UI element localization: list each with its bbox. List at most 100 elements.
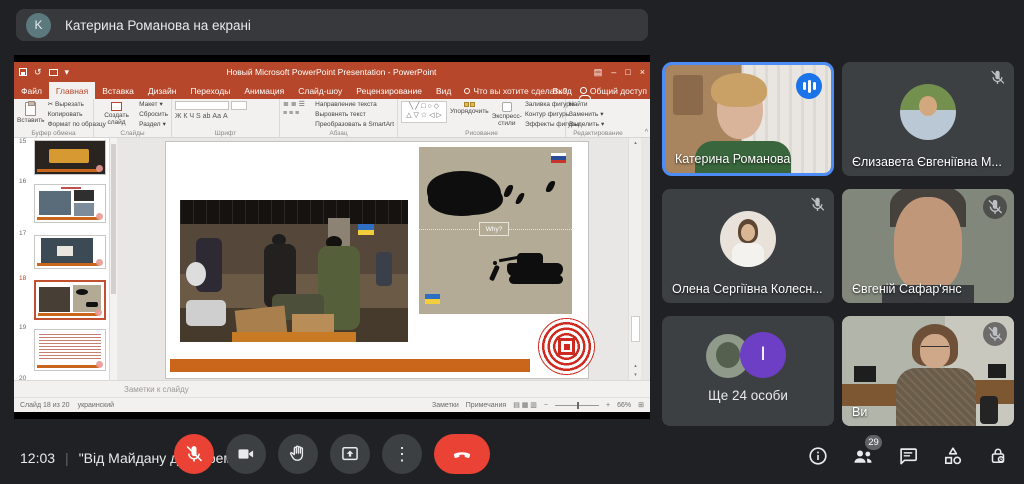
reset-button[interactable]: Сбросить: [139, 111, 168, 120]
desk: [842, 384, 904, 406]
shared-screen: ↺ ▾ Новый Microsoft PowerPoint Presentat…: [14, 55, 650, 419]
undo-icon[interactable]: ↺: [34, 68, 42, 77]
find-button[interactable]: Найти: [569, 101, 604, 110]
call-controls: ⋮: [14, 434, 650, 474]
mic-toggle-button[interactable]: [174, 434, 214, 474]
slide-thumb-18-selected[interactable]: [34, 280, 106, 320]
notes-toggle[interactable]: Заметки: [432, 402, 459, 409]
align-buttons[interactable]: ≡ ≡ ≡: [283, 110, 312, 118]
slideshow-icon[interactable]: [49, 69, 58, 76]
zoom-slider[interactable]: [555, 405, 599, 406]
tab-view[interactable]: Вид: [429, 82, 458, 99]
tile-you[interactable]: Ви: [842, 316, 1014, 426]
tab-file[interactable]: Файл: [14, 82, 49, 99]
host-controls-button[interactable]: [986, 444, 1010, 468]
tile-more-people[interactable]: I Ще 24 особи: [662, 316, 834, 426]
cupboard: [673, 75, 703, 115]
present-button[interactable]: [330, 434, 370, 474]
zoom-level[interactable]: 66%: [617, 402, 631, 409]
avatar: [900, 84, 956, 140]
slides-group: Создать слайд Макет▾ Сбросить Раздел▾ Сл…: [94, 99, 172, 137]
save-icon[interactable]: [19, 68, 27, 76]
layout-button[interactable]: Макет▾: [139, 101, 168, 110]
zoom-out-icon[interactable]: −: [544, 402, 548, 409]
scroll-up-icon[interactable]: ▴: [631, 139, 640, 147]
slide-thumb-15[interactable]: [34, 140, 106, 175]
tile-yelyzaveta[interactable]: Єлизавета Євгеніївна М...: [842, 62, 1014, 176]
font-name-combobox[interactable]: [175, 101, 229, 110]
tile-yevhenii[interactable]: Євгеній Сафар'янс: [842, 189, 1014, 303]
thumbnail-scrollbar[interactable]: [110, 138, 117, 380]
end-call-button[interactable]: [434, 434, 490, 474]
avatar-face: [716, 342, 740, 368]
tab-home[interactable]: Главная: [49, 82, 95, 99]
present-icon: [340, 444, 360, 464]
ribbon-display-icon[interactable]: ▤: [594, 67, 603, 78]
chat-button[interactable]: [896, 444, 920, 468]
quick-styles-button[interactable]: Экспресс-стили: [492, 101, 522, 129]
tile-katerina-romanova[interactable]: Катерина Романова: [662, 62, 834, 176]
new-slide-button[interactable]: Создать слайд: [97, 101, 136, 129]
tab-animations[interactable]: Анимация: [237, 82, 291, 99]
font-format-buttons[interactable]: Ж К Ч S ab Аа A: [175, 113, 276, 121]
canvas-scrollbar[interactable]: ▴ ▴ ▾: [628, 138, 641, 380]
mic-off-icon: [989, 69, 1006, 86]
meeting-details-button[interactable]: [806, 444, 830, 468]
next-slide-icon[interactable]: ▾: [631, 371, 640, 379]
thumb18-photo: [39, 287, 70, 312]
zoom-in-icon[interactable]: +: [606, 402, 610, 409]
slide-thumb-19[interactable]: [34, 329, 106, 371]
mic-off-icon: [983, 322, 1007, 346]
view-buttons[interactable]: ▤ ▦ ▥: [513, 401, 537, 409]
clipboard-group: Вставить ✂Вырезать Копировать Формат по …: [14, 99, 94, 137]
camera-toggle-button[interactable]: [226, 434, 266, 474]
comments-toggle[interactable]: Примечания: [466, 402, 506, 409]
pushing-man-body: [489, 265, 500, 282]
notes-area[interactable]: Заметки к слайду: [14, 380, 650, 397]
current-slide[interactable]: Why?: [165, 141, 589, 379]
close-icon[interactable]: ×: [640, 67, 645, 78]
scrollbar-thumb[interactable]: [631, 316, 640, 342]
replace-button[interactable]: Заменить▾: [569, 111, 604, 120]
select-button[interactable]: Выделить▾: [569, 121, 604, 130]
raise-hand-button[interactable]: [278, 434, 318, 474]
tile-olena[interactable]: Олена Сергіївна Колесн...: [662, 189, 834, 303]
tab-transitions[interactable]: Переходы: [183, 82, 237, 99]
face: [920, 334, 950, 368]
align-text-button[interactable]: Выровнять текст: [315, 111, 394, 120]
tab-insert[interactable]: Вставка: [95, 82, 141, 99]
slide-thumb-17[interactable]: [34, 235, 106, 269]
tab-design[interactable]: Дизайн: [141, 82, 184, 99]
restore-icon[interactable]: □: [625, 67, 630, 78]
thumb16-title: [61, 187, 81, 189]
chevron-down-icon: ▾: [163, 121, 166, 130]
tab-review[interactable]: Рецензирование: [349, 82, 429, 99]
tab-slideshow[interactable]: Слайд-шоу: [291, 82, 349, 99]
section-button[interactable]: Раздел▾: [139, 121, 168, 130]
mic-off-icon: [983, 195, 1007, 219]
shapes-gallery[interactable]: ╲ ╱ □ ○ ◇ △ ▽ ☆ ◁ ▷: [401, 101, 447, 123]
text-direction-button[interactable]: Направление текста: [315, 101, 394, 110]
lock-icon: [987, 445, 1009, 467]
thumb18-crowd: [76, 289, 88, 295]
language-label[interactable]: украинский: [78, 402, 115, 409]
more-vertical-icon: ⋮: [393, 445, 411, 463]
slide-thumb-16[interactable]: [34, 184, 106, 223]
participants-button[interactable]: 29: [851, 444, 875, 468]
share-button[interactable]: Общий доступ: [580, 86, 647, 96]
chat-icon: [897, 445, 919, 467]
minimize-icon[interactable]: –: [611, 67, 616, 78]
monitor: [988, 364, 1006, 378]
more-options-button[interactable]: ⋮: [382, 434, 422, 474]
activities-button[interactable]: [941, 444, 965, 468]
smartart-button[interactable]: Преобразовать в SmartArt: [315, 121, 394, 130]
previous-slide-icon[interactable]: ▴: [631, 362, 640, 370]
ceiling: [180, 200, 408, 224]
collapse-ribbon-icon[interactable]: ^: [645, 129, 648, 136]
paste-button[interactable]: Вставить: [17, 101, 45, 129]
list-buttons[interactable]: ≣ ≣ ☰: [283, 101, 312, 109]
font-size-combobox[interactable]: [231, 101, 247, 110]
arrange-button[interactable]: Упорядочить: [450, 101, 489, 129]
sign-in-button[interactable]: Вход: [553, 86, 572, 96]
fit-to-window-icon[interactable]: ⊞: [638, 401, 644, 409]
